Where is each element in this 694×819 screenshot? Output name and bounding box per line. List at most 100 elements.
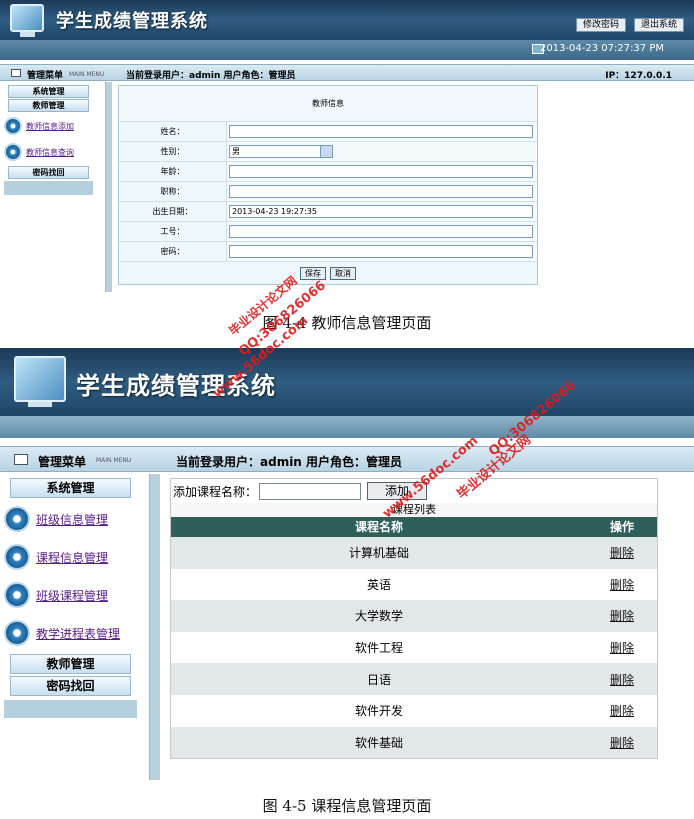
gender-label: 性别： xyxy=(119,142,227,161)
birth-label: 出生日期： xyxy=(119,202,227,221)
delete-link[interactable]: 删除 xyxy=(587,639,657,656)
monitor-logo-icon xyxy=(10,4,44,37)
course-name-cell: 软件基础 xyxy=(354,735,403,750)
menu-icon xyxy=(11,69,21,77)
sidebar-teacher-mgmt[interactable]: 教师管理 xyxy=(10,654,131,674)
sidebar-password-recover[interactable]: 密码找回 xyxy=(8,166,89,179)
course-panel: 添加课程名称： 添加 课程列表 课程名称 操作 计算机基础 删除 英语 删除 大学数学删… xyxy=(170,478,658,760)
gear-icon xyxy=(4,143,22,161)
save-button[interactable]: 保存 xyxy=(300,266,326,280)
sidebar-item-label: 教师信息添加 xyxy=(26,121,74,131)
age-input[interactable] xyxy=(229,165,533,178)
delete-link[interactable]: 删除 xyxy=(587,544,657,561)
course-name-cell: 软件开发 xyxy=(354,704,403,719)
table-header: 课程名称 操作 xyxy=(171,517,657,537)
table-row: 大学数学 删除 xyxy=(171,600,657,632)
sidebar-teacher-add[interactable]: 教师信息添加 xyxy=(4,113,93,139)
delete-link[interactable]: 删除 xyxy=(587,671,657,688)
sidebar-item-label: 班级信息管理 xyxy=(36,512,109,527)
menu-bar: 管理菜单 MAIN MENU 当前登录用户：admin 用户角色：管理员 IP：… xyxy=(0,64,694,81)
user-icon xyxy=(4,117,22,135)
header-banner: 学生成绩管理系统 xyxy=(0,348,694,416)
sidebar: 系统管理 教师管理 教师信息添加 教师信息查询 密码找回 xyxy=(0,82,106,292)
sidebar-item-label: 教师信息查询 xyxy=(26,147,74,157)
sidebar-footer xyxy=(4,181,93,195)
menu-bar: 管理菜单 MAIN MENU 当前登录用户：admin 用户角色：管理员 xyxy=(0,446,694,472)
figure-caption-4-4: 图 4-4 教师信息管理页面 xyxy=(262,314,432,332)
sidebar-class-course[interactable]: 班级课程管理 xyxy=(4,576,137,614)
sidebar-class-info[interactable]: 班级信息管理 xyxy=(4,500,137,538)
table-row: 英语 删除 xyxy=(171,568,657,601)
ip-address: IP：127.0.0.1 xyxy=(605,71,672,81)
sidebar-splitter[interactable] xyxy=(106,82,112,292)
sidebar-item-label: 教学进程表管理 xyxy=(36,626,121,641)
teacher-screen: 学生成绩管理系统 修改密码 退出系统 2013-04-23 07:27:37 P… xyxy=(0,0,694,292)
sidebar-course-info[interactable]: 课程信息管理 xyxy=(4,538,137,576)
table-row: 软件开发 删除 xyxy=(171,694,657,727)
name-input[interactable] xyxy=(229,125,533,138)
monitor-logo-icon xyxy=(14,356,66,407)
course-name-cell: 计算机基础 xyxy=(348,546,409,561)
sidebar-password-recover[interactable]: 密码找回 xyxy=(10,676,131,696)
password-input[interactable] xyxy=(229,245,533,258)
sidebar-teacher-query[interactable]: 教师信息查询 xyxy=(4,139,93,165)
title-input[interactable] xyxy=(229,185,533,198)
sidebar-item-label: 班级课程管理 xyxy=(36,588,109,603)
menu-label: 管理菜单 xyxy=(38,455,87,469)
id-label: 工号： xyxy=(119,222,227,241)
course-name-input[interactable] xyxy=(259,482,362,500)
sidebar-teacher-mgmt[interactable]: 教师管理 xyxy=(8,99,89,112)
user-icon xyxy=(4,506,30,532)
table-row: 日语 删除 xyxy=(171,663,657,695)
sidebar-system-mgmt[interactable]: 系统管理 xyxy=(10,478,131,498)
status-bar: 2013-04-23 07:27:37 PM xyxy=(0,40,694,60)
course-name-cell: 英语 xyxy=(366,577,391,592)
sidebar-schedule[interactable]: 教学进程表管理 xyxy=(4,614,137,652)
course-name-cell: 日语 xyxy=(366,672,391,687)
birth-input[interactable]: 2013-04-23 19:27:35 xyxy=(229,205,533,218)
sidebar-splitter[interactable] xyxy=(150,474,160,780)
course-screen: 学生成绩管理系统 管理菜单 MAIN MENU 当前登录用户：admin 用户角… xyxy=(0,348,694,780)
id-input[interactable] xyxy=(229,225,533,238)
table-row: 软件基础 删除 xyxy=(171,726,657,759)
gender-select[interactable]: 男 xyxy=(229,145,333,158)
name-label: 姓名： xyxy=(119,122,227,141)
teacher-form: 教师信息 姓名： 性别：男 年龄： 职称： 出生日期： 2013-04-23 19… xyxy=(118,85,538,285)
form-title: 教师信息 xyxy=(119,86,537,122)
delete-link[interactable]: 删除 xyxy=(587,702,657,719)
course-name-cell: 大学数学 xyxy=(354,609,403,624)
age-label: 年龄： xyxy=(119,162,227,181)
logout-button[interactable]: 退出系统 xyxy=(633,18,684,32)
status-bar xyxy=(0,416,694,438)
add-course-label: 添加课程名称： xyxy=(173,484,258,499)
menu-sub: MAIN MENU xyxy=(96,457,132,464)
window-icon xyxy=(4,582,30,608)
course-table-body: 计算机基础 删除 英语 删除 大学数学 删除 软件工程 删除 日语 删除 软件开发 删除 软件基础 删除 xyxy=(171,537,657,759)
current-user: 当前登录用户：admin 用户角色：管理员 xyxy=(176,455,403,469)
menu-icon xyxy=(14,454,28,465)
password-label: 密码： xyxy=(119,242,227,261)
table-row: 计算机基础 删除 xyxy=(171,537,657,569)
sidebar-item-label: 课程信息管理 xyxy=(36,550,109,565)
change-password-button[interactable]: 修改密码 xyxy=(575,18,626,32)
col-course-name: 课程名称 xyxy=(354,520,403,534)
sidebar-system-mgmt[interactable]: 系统管理 xyxy=(8,85,89,98)
course-list-title: 课程列表 xyxy=(171,503,657,517)
app-title: 学生成绩管理系统 xyxy=(56,11,208,32)
current-user: 当前登录用户：admin 用户角色：管理员 xyxy=(126,71,296,81)
menu-sub: MAIN MENU xyxy=(69,71,105,78)
cancel-button[interactable]: 取消 xyxy=(330,266,356,280)
header-banner: 学生成绩管理系统 修改密码 退出系统 xyxy=(0,0,694,40)
sidebar: 系统管理 班级信息管理 课程信息管理 班级课程管理 教学进程表管理 教师管理 密… xyxy=(0,474,150,780)
datetime: 2013-04-23 07:27:37 PM xyxy=(539,43,664,54)
delete-link[interactable]: 删除 xyxy=(587,607,657,624)
delete-link[interactable]: 删除 xyxy=(587,576,657,593)
table-row: 软件工程 删除 xyxy=(171,631,657,664)
gear-icon xyxy=(4,620,30,646)
delete-link[interactable]: 删除 xyxy=(587,734,657,751)
col-operation: 操作 xyxy=(609,520,634,534)
menu-label: 管理菜单 xyxy=(27,71,64,81)
sidebar-footer xyxy=(4,700,137,718)
figure-caption-4-5: 图 4-5 课程信息管理页面 xyxy=(262,797,432,815)
title-label: 职称： xyxy=(119,182,227,201)
